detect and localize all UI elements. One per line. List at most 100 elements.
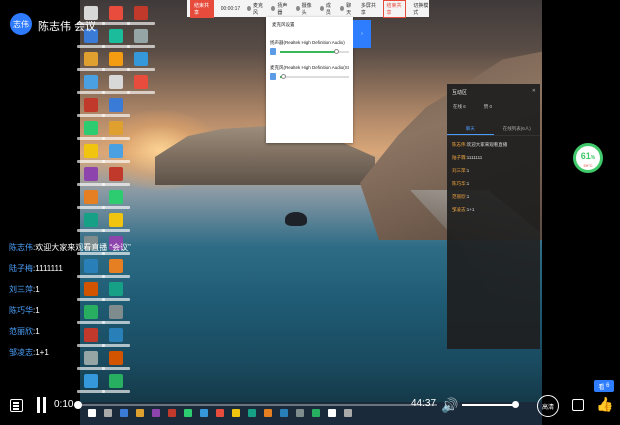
mic-volume-knob[interactable] bbox=[280, 74, 286, 79]
playlist-icon[interactable] bbox=[10, 399, 23, 412]
taskbar-app-icon[interactable] bbox=[312, 409, 320, 417]
desktop-shortcut-icon[interactable] bbox=[134, 52, 148, 66]
thumbs-up-icon[interactable]: 👍 bbox=[596, 396, 613, 413]
toolbar-speaker[interactable]: 扬声器 bbox=[271, 2, 288, 16]
avatar[interactable]: 志伟 bbox=[10, 13, 32, 35]
desktop-shortcut-icon[interactable] bbox=[84, 144, 98, 158]
audio-panel-title: 麦克风设置 bbox=[272, 22, 295, 27]
desktop-shortcut-icon[interactable] bbox=[134, 6, 148, 20]
taskbar-app-icon[interactable] bbox=[280, 409, 288, 417]
taskbar-app-icon[interactable] bbox=[168, 409, 176, 417]
volume-slider[interactable] bbox=[462, 401, 519, 408]
volume-fill bbox=[462, 404, 516, 406]
share-timer: 00:00:17 bbox=[220, 5, 241, 12]
desktop-shortcut-label bbox=[77, 45, 105, 48]
desktop-shortcut-icon[interactable] bbox=[109, 52, 123, 66]
toolbar-camera[interactable]: 摄像头 bbox=[295, 2, 313, 16]
quality-button[interactable]: 高清 bbox=[537, 395, 559, 417]
desktop-shortcut-icon[interactable] bbox=[84, 98, 98, 112]
interaction-messages: 陈志伟:欢迎大家来观看直播 陆子霖:1111111 刘三萍:1 陈巧华:1 范丽… bbox=[452, 142, 536, 220]
desktop-shortcut-icon[interactable] bbox=[109, 29, 123, 43]
total-time: 44:37 bbox=[411, 398, 437, 409]
speaker-volume-slider[interactable] bbox=[270, 48, 349, 55]
toolbar-multiscreen[interactable]: 多屏共享 bbox=[361, 2, 377, 16]
desktop-shortcut-label bbox=[102, 229, 130, 232]
desktop-shortcut-icon[interactable] bbox=[84, 190, 98, 204]
desktop-shortcut-icon[interactable] bbox=[109, 98, 123, 112]
list-item: 陈志伟:欢迎大家来观看直播 bbox=[452, 142, 508, 147]
like-count: 赞 0 bbox=[483, 104, 493, 109]
share-toolbar: 结束共享 00:00:17 麦克风 扬声器 摄像头 成员 聊天 多屏共享 结束共… bbox=[187, 0, 429, 18]
taskbar-app-icon[interactable] bbox=[328, 409, 336, 417]
desktop-shortcut-label bbox=[102, 183, 130, 186]
mic-device-label[interactable]: 麦克风(Realtek High Definition Audio(SST)) bbox=[270, 65, 349, 71]
speaker-device-label[interactable]: 扬声器(Realtek High Definition Audio) bbox=[270, 40, 349, 46]
taskbar-app-icon[interactable] bbox=[120, 409, 128, 417]
speaker-setting: 扬声器(Realtek High Definition Audio) bbox=[270, 40, 349, 55]
end-share-outline-button[interactable]: 结束共享 bbox=[382, 0, 407, 18]
taskbar-app-icon[interactable] bbox=[344, 409, 352, 417]
close-icon[interactable]: ✕ bbox=[532, 88, 536, 94]
desktop-shortcut-label bbox=[102, 390, 130, 393]
desktop-shortcut-icon[interactable] bbox=[84, 167, 98, 181]
desktop-shortcut-label bbox=[102, 114, 130, 117]
desktop-shortcut-label bbox=[77, 206, 105, 209]
mic-setting: 麦克风(Realtek High Definition Audio(SST)) bbox=[270, 65, 349, 80]
taskbar-app-icon[interactable] bbox=[88, 409, 96, 417]
taskbar-app-icon[interactable] bbox=[264, 409, 272, 417]
desktop-shortcut-icon[interactable] bbox=[84, 213, 98, 227]
taskbar-app-icon[interactable] bbox=[200, 409, 208, 417]
desktop-shortcut-icon[interactable] bbox=[109, 190, 123, 204]
desktop-shortcut-label bbox=[77, 229, 105, 232]
tab-chat[interactable]: 聊天 bbox=[447, 122, 494, 135]
desktop-shortcut-icon[interactable] bbox=[109, 374, 123, 388]
list-item: 陈巧华:1 bbox=[452, 181, 470, 186]
viewer-count-badge[interactable]: 看 6 bbox=[594, 380, 614, 392]
taskbar-app-icon[interactable] bbox=[184, 409, 192, 417]
seek-bar[interactable] bbox=[74, 401, 437, 409]
desktop-shortcut-label bbox=[77, 114, 105, 117]
chat-message: 陈巧华:1 bbox=[9, 306, 40, 315]
speaker-volume-fill bbox=[280, 51, 337, 53]
desktop-shortcut-icon[interactable] bbox=[84, 121, 98, 135]
toolbar-members[interactable]: 成员 bbox=[320, 2, 333, 16]
tab-online-list[interactable]: 在线列表(6人) bbox=[494, 122, 541, 135]
performance-temp: 59°C bbox=[583, 163, 593, 168]
members-icon bbox=[320, 6, 324, 11]
speaker-icon bbox=[271, 6, 276, 11]
taskbar-app-icon[interactable] bbox=[104, 409, 112, 417]
taskbar-app-icon[interactable] bbox=[152, 409, 160, 417]
desktop-shortcut-icon[interactable] bbox=[134, 29, 148, 43]
volume-knob[interactable] bbox=[511, 401, 519, 408]
side-collapse-tab[interactable]: › bbox=[353, 20, 371, 48]
toolbar-chat[interactable]: 聊天 bbox=[340, 2, 353, 16]
taskbar-app-icon[interactable] bbox=[232, 409, 240, 417]
end-share-button[interactable]: 结束共享 bbox=[190, 0, 214, 18]
desktop-shortcut-icon[interactable] bbox=[84, 75, 98, 89]
taskbar-app-icon[interactable] bbox=[248, 409, 256, 417]
desktop-shortcut-icon[interactable] bbox=[109, 6, 123, 20]
taskbar-app-icon[interactable] bbox=[216, 409, 224, 417]
share-icon[interactable] bbox=[572, 399, 584, 411]
desktop-shortcut-icon[interactable] bbox=[109, 167, 123, 181]
desktop-shortcut-icon[interactable] bbox=[134, 75, 148, 89]
chat-message: 陆子梅:1111111 bbox=[9, 264, 63, 273]
chat-overlay: 陈志伟:欢迎大家来观看直播 “会议” 陆子梅:1111111 刘三萍:1 陈巧华… bbox=[9, 243, 131, 369]
taskbar-app-icon[interactable] bbox=[136, 409, 144, 417]
desktop-shortcut-icon[interactable] bbox=[109, 75, 123, 89]
desktop-shortcut-icon[interactable] bbox=[84, 52, 98, 66]
pause-button[interactable] bbox=[36, 397, 48, 413]
volume-icon[interactable]: 🔊 bbox=[441, 397, 458, 413]
mic-volume-slider[interactable] bbox=[270, 73, 349, 80]
desktop-shortcut-icon[interactable] bbox=[109, 121, 123, 135]
desktop-shortcut-icon[interactable] bbox=[84, 374, 98, 388]
performance-gauge[interactable]: 61% 59°C bbox=[573, 143, 603, 173]
speaker-volume-knob[interactable] bbox=[334, 49, 340, 54]
switch-mode-button[interactable]: 切换模式 bbox=[413, 2, 429, 16]
interaction-panel: 互动区 ✕ 在线 6 赞 0 聊天 在线列表(6人) 陈志伟:欢迎大家来观看直播… bbox=[447, 84, 540, 349]
toolbar-mic[interactable]: 麦克风 bbox=[247, 2, 264, 16]
desktop-shortcut-icon[interactable] bbox=[109, 144, 123, 158]
audio-settings-dropdown: 麦克风设置 扬声器(Realtek High Definition Audio)… bbox=[266, 17, 353, 143]
desktop-shortcut-icon[interactable] bbox=[109, 213, 123, 227]
taskbar-app-icon[interactable] bbox=[296, 409, 304, 417]
